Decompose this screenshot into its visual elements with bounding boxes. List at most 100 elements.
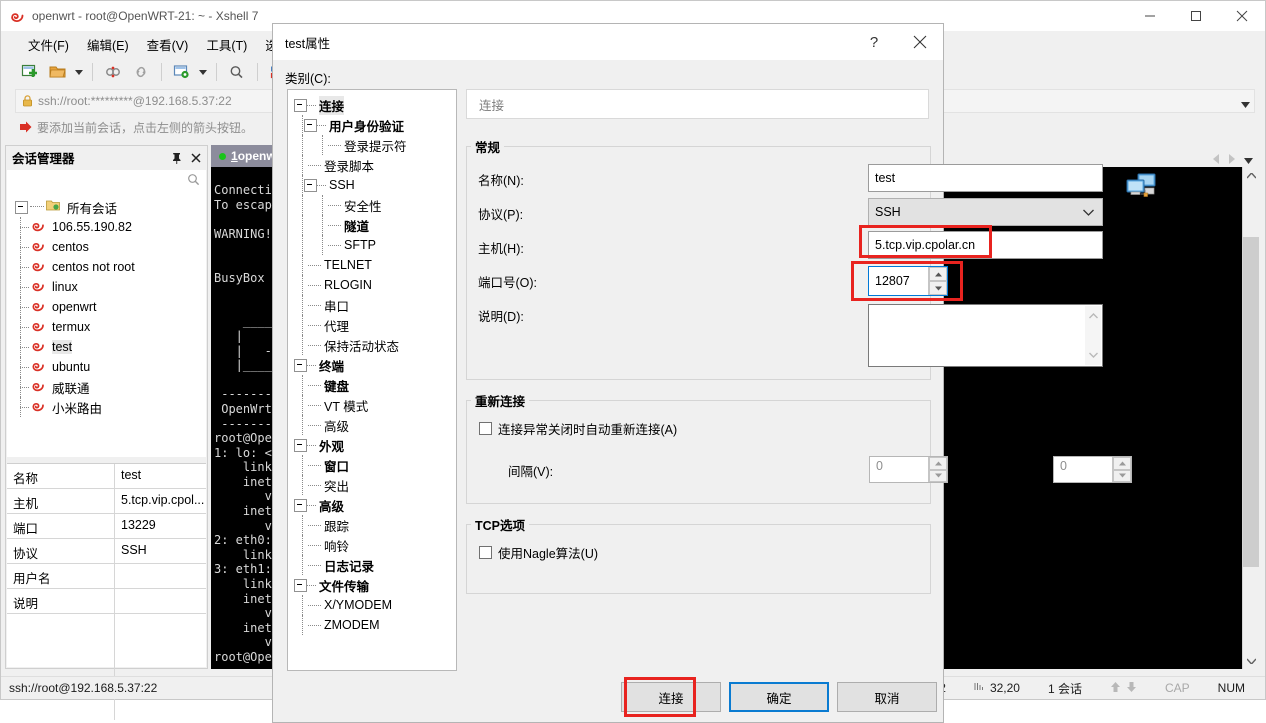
dialog-help-icon[interactable]: ?	[851, 24, 897, 60]
category-tree-item[interactable]: 跟踪	[288, 515, 456, 535]
host-input[interactable]	[868, 231, 1103, 259]
category-tree-item[interactable]: ZMODEM	[288, 615, 456, 635]
spinner-up-icon[interactable]	[929, 457, 947, 470]
new-session-icon[interactable]	[17, 60, 43, 84]
protocol-select[interactable]: SSH	[868, 198, 1103, 226]
link-icon[interactable]	[128, 60, 154, 84]
collapse-icon[interactable]	[304, 178, 317, 192]
category-tree-item[interactable]: 键盘	[288, 375, 456, 395]
find-icon[interactable]	[224, 60, 250, 84]
category-tree-item[interactable]: 高级	[288, 495, 456, 515]
collapse-icon[interactable]	[15, 200, 28, 214]
spinner-down-icon[interactable]	[929, 469, 947, 482]
terminal-scrollbar[interactable]	[1242, 167, 1259, 669]
session-item[interactable]: ubuntu	[7, 357, 206, 377]
session-search-row[interactable]	[7, 170, 206, 193]
category-tree-item[interactable]: 日志记录	[288, 555, 456, 575]
category-tree-item[interactable]: 响铃	[288, 535, 456, 555]
category-tree-item[interactable]: 文件传输	[288, 575, 456, 595]
description-textarea[interactable]	[868, 304, 1103, 367]
category-tree-item[interactable]: 串口	[288, 295, 456, 315]
auto-reconnect-checkbox-row[interactable]: 连接异常关闭时自动重新连接(A)	[479, 419, 677, 438]
collapse-icon[interactable]	[294, 358, 307, 372]
category-tree-item[interactable]: 登录提示符	[288, 135, 456, 155]
collapse-icon[interactable]	[304, 118, 317, 132]
collapse-icon[interactable]	[294, 578, 307, 592]
menu-view[interactable]: 查看(V)	[138, 32, 198, 57]
category-tree-item[interactable]: TELNET	[288, 255, 456, 275]
category-tree-item[interactable]: 连接	[288, 95, 456, 115]
menu-edit[interactable]: 编辑(E)	[78, 32, 138, 57]
session-item[interactable]: linux	[7, 277, 206, 297]
session-item[interactable]: centos not root	[7, 257, 206, 277]
limit-stepper[interactable]: 0	[1053, 456, 1132, 483]
session-item[interactable]: 威联通	[7, 377, 206, 397]
limit-spinner[interactable]	[1112, 457, 1131, 482]
spinner-down-icon[interactable]	[1113, 469, 1131, 482]
category-tree-item[interactable]: RLOGIN	[288, 275, 456, 295]
menu-file[interactable]: 文件(F)	[19, 32, 78, 57]
category-tree-item[interactable]: 高级	[288, 415, 456, 435]
maximize-icon[interactable]	[1173, 1, 1219, 31]
scroll-up-icon[interactable]	[1243, 167, 1259, 184]
red-arrow-icon[interactable]	[15, 121, 37, 134]
interval-stepper[interactable]: 0	[869, 456, 948, 483]
category-tree-item[interactable]: 外观	[288, 435, 456, 455]
session-item[interactable]: termux	[7, 317, 206, 337]
category-tree-item[interactable]: X/YMODEM	[288, 595, 456, 615]
disconnect-icon[interactable]	[100, 60, 126, 84]
interval-spinner[interactable]	[928, 457, 947, 482]
category-tree[interactable]: 连接 用户身份验证 登录提示符 登录脚本 SSH 安全性 隧道 SFTP TELNET RLOGI…	[287, 89, 457, 671]
minimize-icon[interactable]	[1127, 1, 1173, 31]
close-icon[interactable]	[1219, 1, 1265, 31]
collapse-icon[interactable]	[294, 498, 307, 512]
category-tree-item[interactable]: 登录脚本	[288, 155, 456, 175]
close-icon[interactable]	[189, 150, 203, 166]
port-spinner[interactable]	[928, 267, 947, 295]
category-tree-item[interactable]: 用户身份验证	[288, 115, 456, 135]
tab-scroll-left-icon[interactable]	[1212, 153, 1220, 167]
pin-icon[interactable]	[169, 150, 183, 166]
scroll-down-icon[interactable]	[1085, 347, 1101, 363]
session-name-input[interactable]	[868, 164, 1103, 192]
category-tree-item[interactable]: VT 模式	[288, 395, 456, 415]
collapse-icon[interactable]	[294, 98, 307, 112]
scrollbar-thumb[interactable]	[1243, 237, 1259, 567]
session-item[interactable]: openwrt	[7, 297, 206, 317]
category-tree-item[interactable]: 突出	[288, 475, 456, 495]
dropdown-caret-icon[interactable]	[73, 60, 85, 84]
nagle-checkbox[interactable]	[479, 546, 492, 559]
collapse-icon[interactable]	[294, 438, 307, 452]
category-tree-item[interactable]: 代理	[288, 315, 456, 335]
session-item[interactable]: test	[7, 337, 206, 357]
nagle-checkbox-row[interactable]: 使用Nagle算法(U)	[479, 543, 598, 562]
category-tree-item[interactable]: 终端	[288, 355, 456, 375]
category-tree-item[interactable]: SFTP	[288, 235, 456, 255]
dialog-close-icon[interactable]	[897, 24, 943, 60]
spinner-up-icon[interactable]	[1113, 457, 1131, 470]
session-item[interactable]: 106.55.190.82	[7, 217, 206, 237]
search-icon[interactable]	[187, 173, 200, 189]
tab-list-caret-icon[interactable]	[1244, 153, 1253, 167]
ok-button[interactable]: 确定	[729, 682, 829, 712]
session-tree[interactable]: 所有会话 106.55.190.82 centos centos not root l…	[7, 192, 206, 457]
auto-reconnect-checkbox[interactable]	[479, 422, 492, 435]
history-caret-icon[interactable]	[1241, 97, 1250, 111]
session-item[interactable]: centos	[7, 237, 206, 257]
session-properties-icon[interactable]	[169, 60, 195, 84]
spinner-down-icon[interactable]	[929, 281, 947, 295]
spinner-up-icon[interactable]	[929, 267, 947, 281]
category-tree-item[interactable]: 窗口	[288, 455, 456, 475]
category-tree-item[interactable]: 安全性	[288, 195, 456, 215]
category-tree-item[interactable]: 保持活动状态	[288, 335, 456, 355]
connect-button[interactable]: 连接	[621, 682, 721, 712]
cancel-button[interactable]: 取消	[837, 682, 937, 712]
open-folder-icon[interactable]	[45, 60, 71, 84]
category-tree-item[interactable]: SSH	[288, 175, 456, 195]
port-stepper[interactable]	[868, 266, 948, 296]
tab-scroll-right-icon[interactable]	[1228, 153, 1236, 167]
category-tree-item[interactable]: 隧道	[288, 215, 456, 235]
dropdown-caret-icon[interactable]	[197, 60, 209, 84]
scroll-down-icon[interactable]	[1243, 652, 1259, 669]
scroll-up-icon[interactable]	[1085, 308, 1101, 324]
